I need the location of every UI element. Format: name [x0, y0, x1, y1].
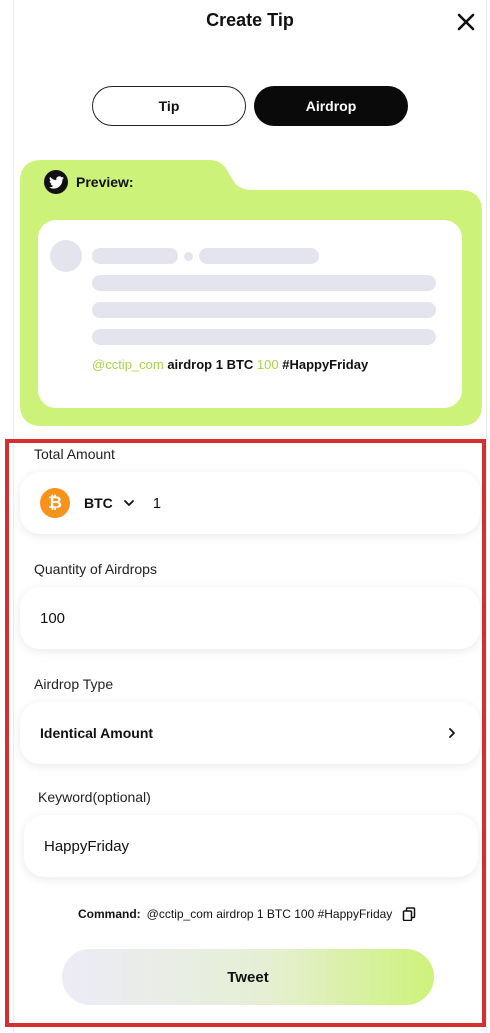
tweet-button[interactable]: Tweet [62, 949, 434, 1005]
chevron-down-icon[interactable] [123, 497, 135, 509]
command-row: Command: @cctip_com airdrop 1 BTC 100 #H… [78, 907, 416, 921]
bitcoin-icon: ₿ [40, 488, 70, 518]
preview-label-text: Preview: [76, 174, 134, 190]
text-placeholder-line [92, 275, 436, 291]
tab-airdrop[interactable]: Airdrop [254, 86, 408, 126]
preview-label: Preview: [44, 170, 134, 194]
chevron-right-icon [449, 728, 455, 738]
tweet-preview-card [38, 220, 462, 408]
quantity-field[interactable]: 100 [20, 587, 480, 649]
tweet-body: airdrop 1 BTC [163, 357, 257, 372]
keyword-input[interactable]: HappyFriday [44, 838, 129, 855]
tweet-preview-text: @cctip_com airdrop 1 BTC 100 #HappyFrida… [92, 357, 368, 372]
airdrop-type-value: Identical Amount [40, 725, 154, 741]
quantity-input[interactable]: 100 [40, 610, 65, 627]
handle-placeholder [199, 248, 319, 264]
quantity-label: Quantity of Airdrops [34, 561, 157, 577]
name-placeholder [92, 248, 178, 264]
airdrop-type-select[interactable]: Identical Amount [20, 702, 480, 764]
tweet-handle: @cctip_com [92, 357, 164, 372]
total-amount-label: Total Amount [34, 446, 115, 462]
command-value: @cctip_com airdrop 1 BTC 100 #HappyFrida… [146, 907, 393, 921]
text-placeholder-line [92, 329, 436, 345]
avatar-placeholder [50, 240, 82, 272]
tweet-quantity: 100 [256, 357, 279, 372]
copy-icon[interactable] [402, 907, 416, 921]
currency-select[interactable]: BTC [84, 495, 113, 511]
close-icon[interactable] [454, 10, 478, 34]
tab-tip[interactable]: Tip [92, 86, 246, 126]
keyword-field[interactable]: HappyFriday [24, 815, 478, 877]
tweet-hashtag: #HappyFriday [278, 357, 369, 372]
text-placeholder-line [92, 302, 436, 318]
twitter-icon [44, 170, 68, 194]
dot-placeholder [184, 252, 193, 261]
total-amount-field[interactable]: ₿ BTC 1 [20, 472, 480, 534]
amount-input[interactable]: 1 [153, 495, 161, 512]
keyword-label: Keyword(optional) [38, 789, 151, 805]
command-label: Command: [78, 907, 141, 921]
page-title: Create Tip [206, 10, 294, 30]
airdrop-type-label: Airdrop Type [34, 676, 114, 692]
